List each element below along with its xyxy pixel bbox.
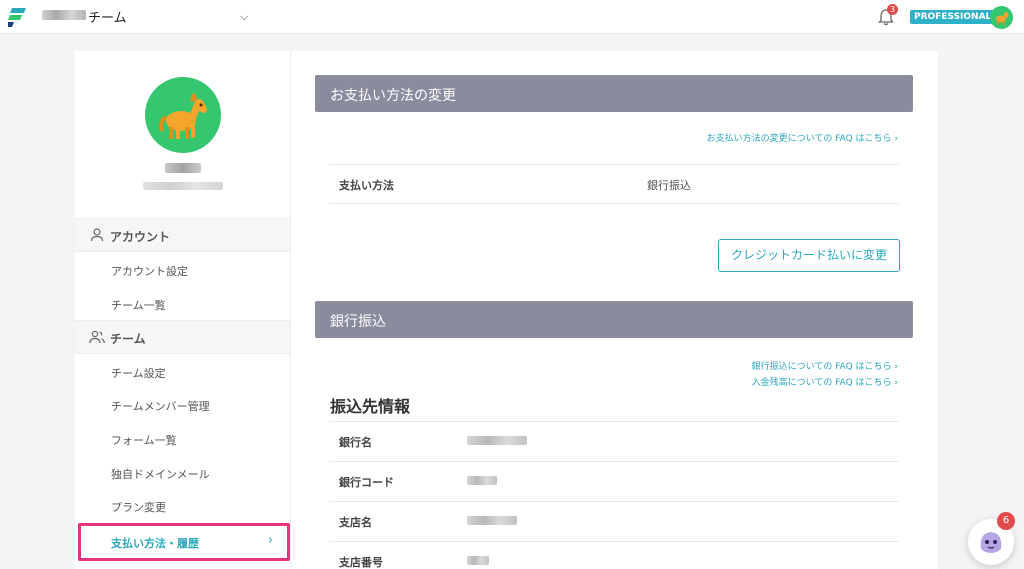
user-avatar[interactable] (990, 6, 1013, 29)
info-row-label: 銀行コード (339, 476, 394, 489)
chevron-right-icon: › (267, 533, 273, 548)
team-name-blurred (42, 10, 86, 20)
info-row-value-blurred (467, 516, 517, 525)
chevron-right-icon: › (894, 362, 898, 372)
chevron-right-icon: › (894, 378, 898, 388)
payment-method-row: 支払い方法 銀行振込 (329, 164, 899, 204)
info-row-value-blurred (467, 476, 497, 485)
section-title: お支払い方法の変更 (330, 88, 456, 104)
faq-link-balance[interactable]: 入金残高についての FAQ はこちら › (752, 375, 898, 388)
chat-notification-badge: 6 (997, 512, 1015, 530)
payment-method-label: 支払い方法 (339, 179, 394, 192)
profile-name-blurred (165, 163, 201, 173)
section-header-payment-change: お支払い方法の変更 (315, 75, 913, 112)
transfer-info-title: 振込先情報 (330, 397, 411, 416)
faq-link-text: 銀行振込についての FAQ はこちら (751, 362, 892, 372)
sidebar: アカウント アカウント設定 チーム一覧 チーム チーム設定 チームメンバー管理 … (75, 51, 291, 569)
plan-badge: PROFESSIONAL (910, 10, 996, 24)
sidebar-item-account-settings[interactable]: アカウント設定 (111, 263, 188, 279)
sidebar-item-team-list[interactable]: チーム一覧 (111, 297, 166, 313)
profile-avatar (145, 77, 221, 153)
team-name[interactable]: チーム (88, 7, 127, 26)
info-row-value-blurred (467, 556, 489, 565)
section-header-bank-transfer: 銀行振込 (315, 301, 913, 338)
sidebar-item-team-settings[interactable]: チーム設定 (111, 365, 166, 381)
sidebar-section-label: チーム (110, 332, 146, 346)
profile-email-blurred (143, 182, 223, 190)
main-content: お支払い方法の変更 お支払い方法の変更についての FAQ はこちら › 支払い方… (291, 51, 938, 569)
app-logo-icon[interactable] (8, 7, 26, 27)
info-row-branch-name: 支店名 (329, 501, 899, 541)
sidebar-section-team: チーム (75, 320, 290, 354)
change-to-credit-card-button[interactable]: クレジットカード払いに変更 (718, 239, 900, 272)
chevron-right-icon: › (894, 134, 898, 144)
horse-avatar-icon (996, 12, 1009, 25)
info-row-label: 銀行名 (339, 436, 372, 449)
info-row-label: 支店番号 (339, 556, 383, 569)
notification-badge: 3 (887, 4, 898, 15)
users-icon (89, 330, 105, 344)
faq-link-bank-transfer[interactable]: 銀行振込についての FAQ はこちら › (752, 359, 898, 372)
section-title: 銀行振込 (330, 314, 386, 330)
sidebar-item-member-management[interactable]: チームメンバー管理 (111, 398, 210, 414)
top-bar: チーム ⌵ 3 PROFESSIONAL (0, 0, 1024, 34)
faq-link-text: お支払い方法の変更についての FAQ はこちら (706, 134, 892, 144)
info-row-value-blurred (467, 436, 527, 445)
info-row-branch-number: 支店番号 (329, 541, 899, 569)
user-icon (90, 228, 104, 242)
info-row-bank-name: 銀行名 (329, 421, 899, 461)
sidebar-item-plan-change[interactable]: プラン変更 (111, 499, 166, 515)
faq-link-text: 入金残高についての FAQ はこちら (751, 378, 892, 388)
faq-link-payment-change[interactable]: お支払い方法の変更についての FAQ はこちら › (707, 131, 898, 144)
sidebar-item-custom-domain-mail[interactable]: 独自ドメインメール (111, 466, 210, 482)
chevron-down-icon[interactable]: ⌵ (240, 10, 248, 24)
sidebar-section-account: アカウント (75, 218, 290, 252)
horse-avatar-icon (159, 93, 207, 139)
sidebar-item-form-list[interactable]: フォーム一覧 (111, 432, 177, 448)
info-row-label: 支店名 (339, 516, 372, 529)
sidebar-item-payment-history[interactable]: 支払い方法・履歴 › (78, 523, 290, 561)
payment-method-value: 銀行振込 (647, 179, 691, 192)
info-row-bank-code: 銀行コード (329, 461, 899, 501)
sidebar-item-label: 支払い方法・履歴 (111, 537, 199, 550)
sidebar-section-label: アカウント (110, 230, 171, 244)
